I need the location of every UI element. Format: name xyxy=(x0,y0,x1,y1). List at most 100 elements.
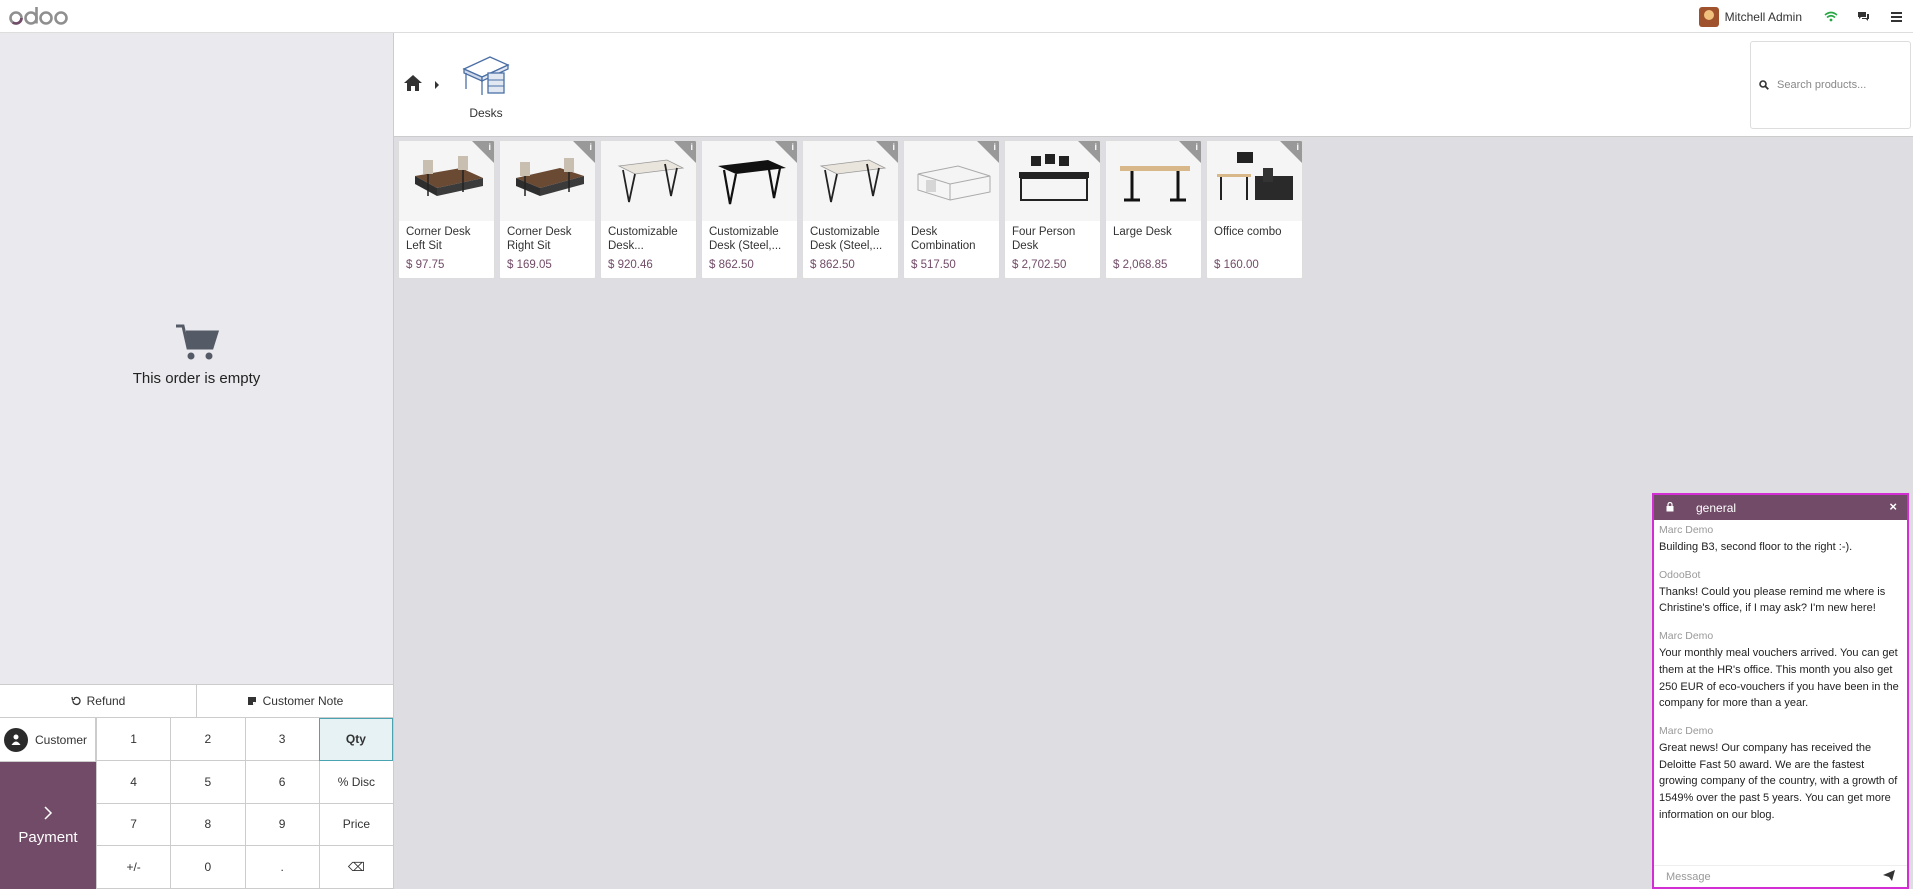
refund-label: Refund xyxy=(86,694,126,708)
chat-composer xyxy=(1654,865,1907,887)
product-card[interactable]: i Customizable Desk (Steel,... $ 862.50 xyxy=(701,140,798,279)
product-card[interactable]: i Large Desk $ 2,068.85 xyxy=(1105,140,1202,279)
order-pane: This order is empty Refund Customer Note… xyxy=(0,33,394,889)
product-card[interactable]: i Corner Desk Left Sit $ 97.75 xyxy=(398,140,495,279)
product-price: $ 169.05 xyxy=(507,259,552,271)
price-mode-button[interactable]: Price xyxy=(318,803,393,847)
backspace-button[interactable]: ⌫ xyxy=(318,846,393,889)
search-box[interactable] xyxy=(1750,41,1911,129)
chat-window: general × Marc Demo Building B3, second … xyxy=(1652,493,1909,889)
message-body: Great news! Our company has received the… xyxy=(1659,741,1898,821)
product-card[interactable]: i Office combo $ 160.00 xyxy=(1206,140,1303,279)
search-input[interactable] xyxy=(1777,79,1897,91)
chat-icon[interactable] xyxy=(1847,0,1880,33)
message-author[interactable]: Marc Demo xyxy=(1659,630,1902,643)
product-price: $ 160.00 xyxy=(1214,259,1259,271)
chat-message: Marc Demo Building B3, second floor to t… xyxy=(1654,524,1907,556)
numpad-key-9[interactable]: 9 xyxy=(244,803,319,847)
wifi-icon[interactable] xyxy=(1814,0,1847,33)
empty-order-text: This order is empty xyxy=(132,370,261,387)
chevron-right-icon xyxy=(44,806,53,820)
chat-messages: Marc Demo Building B3, second floor to t… xyxy=(1654,522,1907,862)
product-price: $ 2,068.85 xyxy=(1113,259,1168,271)
message-author[interactable]: Marc Demo xyxy=(1659,725,1902,738)
caret-right-icon xyxy=(434,78,440,92)
numpad-key-7[interactable]: 7 xyxy=(96,803,171,847)
lock-icon xyxy=(1666,501,1674,515)
send-icon[interactable] xyxy=(1883,870,1895,884)
product-name: Customizable Desk (Steel,... xyxy=(709,226,782,252)
odoo-logo[interactable] xyxy=(9,4,69,28)
product-name: Desk Combination xyxy=(911,226,976,252)
info-icon[interactable]: i xyxy=(791,142,794,152)
chat-channel-name: general xyxy=(1696,501,1737,515)
chat-message: OdooBot Thanks! Could you please remind … xyxy=(1654,569,1907,617)
chat-window-header[interactable]: general × xyxy=(1654,495,1907,520)
product-name: Four Person Desk xyxy=(1012,226,1076,252)
category-desks[interactable]: Desks xyxy=(456,53,516,120)
message-author[interactable]: Marc Demo xyxy=(1659,524,1902,537)
user-icon xyxy=(4,727,28,752)
shopping-cart-icon xyxy=(175,323,219,366)
numpad-key-5[interactable]: 5 xyxy=(170,760,245,804)
message-body: Thanks! Could you please remind me where… xyxy=(1659,585,1886,615)
search-icon xyxy=(1759,80,1769,90)
customer-note-button[interactable]: Customer Note xyxy=(196,685,393,717)
product-price: $ 2,702.50 xyxy=(1012,259,1067,271)
product-card[interactable]: i Customizable Desk... $ 920.46 xyxy=(600,140,697,279)
product-list: i Corner Desk Left Sit $ 97.75 i Corner … xyxy=(398,140,1303,279)
payment-label: Payment xyxy=(18,829,78,846)
product-price: $ 517.50 xyxy=(911,259,956,271)
home-icon[interactable] xyxy=(403,74,423,95)
payment-button[interactable]: Payment xyxy=(0,762,96,889)
product-name: Customizable Desk (Steel,... xyxy=(810,226,883,252)
product-name: Office combo xyxy=(1214,226,1282,238)
info-icon[interactable]: i xyxy=(1296,142,1299,152)
customer-label: Customer xyxy=(35,732,88,747)
numpad-key-8[interactable]: 8 xyxy=(170,803,245,847)
numpad-key-2[interactable]: 2 xyxy=(170,718,245,761)
decimal-button[interactable]: . xyxy=(244,846,319,889)
info-icon[interactable]: i xyxy=(892,142,895,152)
product-name: Customizable Desk... xyxy=(608,226,678,252)
numpad-key-6[interactable]: 6 xyxy=(244,760,319,804)
refund-button[interactable]: Refund xyxy=(0,685,196,717)
chat-message: Marc Demo Your monthly meal vouchers arr… xyxy=(1654,630,1907,712)
category-bar: Desks xyxy=(394,33,1913,137)
message-author[interactable]: OdooBot xyxy=(1659,569,1902,582)
numpad-key-3[interactable]: 3 xyxy=(244,718,319,761)
numpad-key-1[interactable]: 1 xyxy=(96,718,171,761)
plus-minus-button[interactable]: +/- xyxy=(96,846,171,889)
order-lines-area: This order is empty xyxy=(0,33,393,684)
message-input[interactable] xyxy=(1666,870,1866,883)
info-icon[interactable]: i xyxy=(690,142,693,152)
info-icon[interactable]: i xyxy=(589,142,592,152)
discount-mode-button[interactable]: % Disc xyxy=(318,760,393,804)
info-icon[interactable]: i xyxy=(1094,142,1097,152)
close-icon[interactable]: × xyxy=(1889,499,1897,514)
qty-mode-button[interactable]: Qty xyxy=(318,718,393,761)
message-body: Building B3, second floor to the right :… xyxy=(1659,541,1853,553)
user-menu[interactable]: Mitchell Admin xyxy=(1687,0,1814,33)
product-price: $ 97.75 xyxy=(406,259,445,271)
info-icon[interactable]: i xyxy=(488,142,491,152)
product-name: Large Desk xyxy=(1113,226,1172,238)
customer-note-label: Customer Note xyxy=(262,694,344,708)
product-card[interactable]: i Customizable Desk (Steel,... $ 862.50 xyxy=(802,140,899,279)
product-card[interactable]: i Corner Desk Right Sit $ 169.05 xyxy=(499,140,596,279)
user-name: Mitchell Admin xyxy=(1724,9,1802,24)
info-icon[interactable]: i xyxy=(993,142,996,152)
product-card[interactable]: i Four Person Desk $ 2,702.50 xyxy=(1004,140,1101,279)
numpad-key-0[interactable]: 0 xyxy=(170,846,245,889)
numpad: 1 2 3 Qty 4 5 6 % Disc 7 8 9 Price +/- 0… xyxy=(96,718,393,889)
top-navbar: Mitchell Admin xyxy=(0,0,1913,33)
product-name: Corner Desk Left Sit xyxy=(406,226,471,252)
product-card[interactable]: i Desk Combination $ 517.50 xyxy=(903,140,1000,279)
info-icon[interactable]: i xyxy=(1195,142,1198,152)
avatar xyxy=(1698,6,1719,27)
numpad-area: Customer Payment 1 2 3 Qty 4 5 6 % Disc … xyxy=(0,718,393,889)
numpad-key-4[interactable]: 4 xyxy=(96,760,171,804)
hamburger-menu-icon[interactable] xyxy=(1880,0,1913,33)
customer-button[interactable]: Customer xyxy=(0,718,96,762)
product-price: $ 862.50 xyxy=(810,259,855,271)
